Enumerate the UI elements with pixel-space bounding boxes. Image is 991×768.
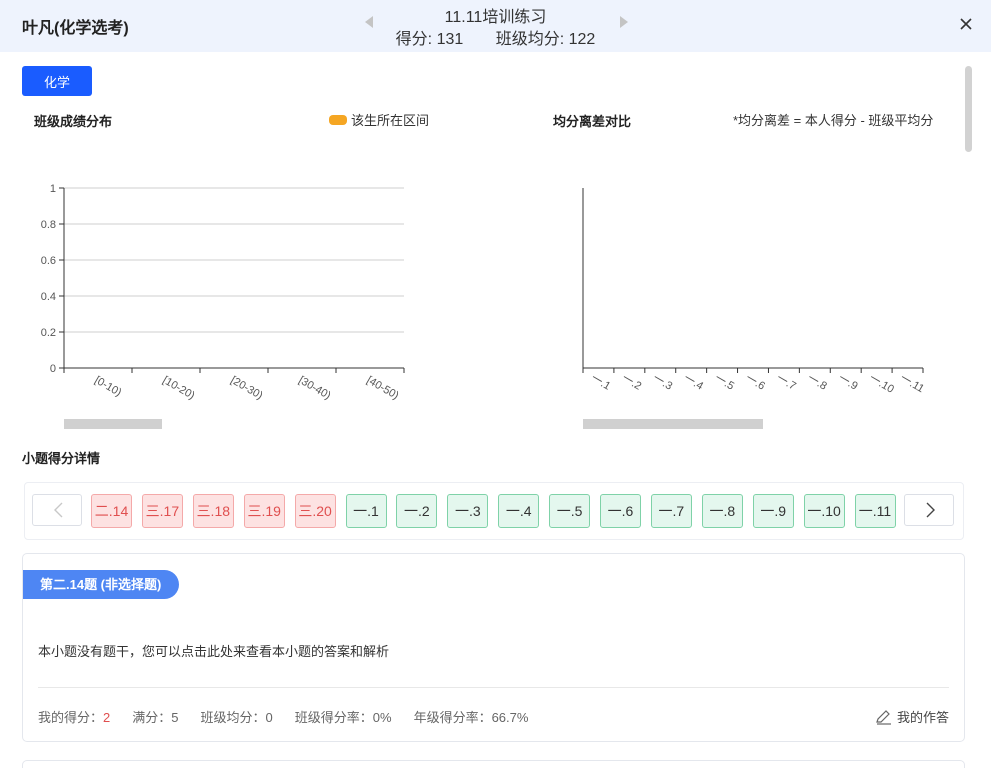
- y-tick-label: 0: [50, 363, 56, 375]
- next-question-card: [22, 760, 965, 768]
- legend-swatch: [329, 114, 347, 125]
- exam-title: 11.11培训练习: [444, 9, 547, 26]
- detail-title: 小题得分详情: [22, 451, 101, 466]
- grade-rate: 年级得分率：66.7%: [413, 710, 529, 725]
- x-tick-label: 一.10: [867, 372, 896, 396]
- question-chip[interactable]: 一.3: [447, 494, 489, 528]
- legend-label: 该生所在区间: [351, 113, 430, 128]
- question-chip[interactable]: 一.1: [345, 494, 387, 528]
- question-label: 第二.14题 (非选择题): [23, 570, 180, 599]
- x-tick-label: 一.8: [805, 372, 828, 392]
- x-tick-label: [0-10): [93, 374, 124, 399]
- tab-chemistry[interactable]: 化学: [22, 66, 92, 96]
- question-chip[interactable]: 一.8: [701, 494, 743, 528]
- edit-icon: [876, 709, 891, 725]
- question-chip[interactable]: 一.7: [650, 494, 692, 528]
- legend[interactable]: 该生所在区间: [329, 110, 429, 129]
- chart-scrollbar: [583, 419, 763, 429]
- class-rate: 班级得分率：0%: [294, 710, 392, 725]
- chevron-left-icon: [54, 502, 63, 518]
- x-tick-label: [10-20): [161, 374, 197, 402]
- answer-link[interactable]: 本小题没有题干，您可以点击此处来查看本小题的答案和解析: [38, 641, 389, 660]
- x-tick-label: 一.3: [651, 372, 674, 392]
- header: 叶凡(化学选考) 11.11培训练习 得分: 131 班级均分: 122: [0, 0, 991, 52]
- student-score: 得分: 131: [395, 31, 464, 48]
- x-tick-label: [40-50): [365, 374, 401, 402]
- deviation-title: 均分离差对比: [553, 114, 632, 129]
- x-tick-label: 一.4: [682, 372, 705, 392]
- question-chip[interactable]: 三.19: [243, 494, 285, 528]
- deviation-chart: 一.1 一.2 一.3 一.4 一.5 一.6 一.7 一.8 一.9 一.10 一.11: [582, 188, 926, 429]
- question-chip[interactable]: 一.4: [498, 494, 540, 528]
- x-tick-label: [30-40): [297, 374, 333, 402]
- score-line: 得分: 131 班级均分: 122: [0, 25, 991, 49]
- x-tick-label: 一.5: [713, 372, 736, 392]
- next-exam-icon[interactable]: [620, 16, 628, 28]
- x-tick-label: 一.2: [620, 372, 643, 392]
- prev-exam-icon[interactable]: [365, 16, 373, 28]
- question-chip[interactable]: 三.20: [294, 494, 336, 528]
- deviation-note: *均分离差 = 本人得分 - 班级平均分: [733, 113, 934, 128]
- x-tick-label: 一.11: [898, 372, 926, 395]
- question-chip[interactable]: 一.2: [396, 494, 438, 528]
- chart-scrollbar: [64, 419, 162, 429]
- question-nav-bar: 二.14 三.17 三.18 三.19 三.20 一.1 一.2 一.3 一.4 一.5 一.6 一.…: [24, 482, 964, 540]
- y-tick-label: 0.6: [41, 255, 56, 267]
- x-tick-label: 一.9: [836, 372, 859, 392]
- question-chip[interactable]: 一.11: [854, 494, 896, 528]
- full-score: 满分：5: [132, 710, 179, 725]
- y-tick-label: 0.8: [41, 219, 56, 231]
- distribution-title: 班级成绩分布: [34, 114, 113, 129]
- my-answer-button[interactable]: 我的作答: [875, 707, 949, 726]
- question-chip[interactable]: 二.14: [91, 494, 132, 528]
- next-page-button[interactable]: [904, 494, 954, 526]
- distribution-chart: 0 0.2 0.4 0.6 0.8 1 [0-10) [10-20) [20-30) [30-40…: [41, 183, 405, 429]
- x-tick-label: 一.7: [774, 372, 797, 392]
- question-chip[interactable]: 三.18: [192, 494, 234, 528]
- x-tick-label: 一.1: [589, 372, 612, 392]
- prev-page-button[interactable]: [32, 494, 82, 526]
- x-tick-label: 一.6: [744, 372, 767, 392]
- y-tick-label: 0.2: [41, 327, 56, 339]
- question-chip[interactable]: 三.17: [141, 494, 183, 528]
- chevron-right-icon: [926, 502, 935, 518]
- x-tick-label: [20-30): [229, 374, 265, 402]
- score-stats: 我的得分：2 满分：5 班级均分：0 班级得分率：0% 年级得分率：66.7%: [38, 707, 550, 726]
- question-card: 第二.14题 (非选择题) 本小题没有题干，您可以点击此处来查看本小题的答案和解…: [22, 553, 965, 742]
- my-answer-label: 我的作答: [896, 710, 949, 725]
- class-average: 班级均分: 122: [495, 31, 596, 48]
- y-tick-label: 1: [50, 183, 56, 195]
- divider: [38, 687, 949, 688]
- question-chip[interactable]: 一.9: [752, 494, 794, 528]
- question-chip[interactable]: 一.10: [803, 494, 845, 528]
- question-chip[interactable]: 一.5: [549, 494, 591, 528]
- scrollbar[interactable]: [965, 66, 972, 152]
- close-icon[interactable]: [956, 14, 976, 34]
- y-tick-label: 0.4: [41, 291, 56, 303]
- class-avg-score: 班级均分：0: [200, 710, 273, 725]
- my-score: 我的得分：2: [38, 710, 111, 725]
- question-chip[interactable]: 一.6: [600, 494, 641, 528]
